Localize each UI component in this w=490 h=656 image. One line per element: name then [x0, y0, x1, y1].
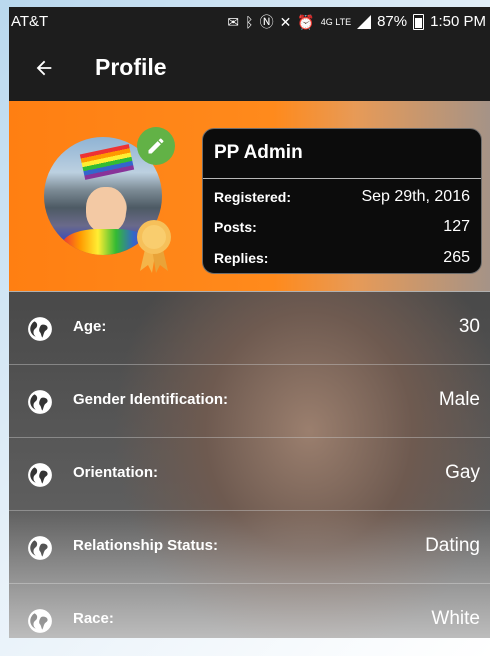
stat-row-posts: Posts: 127	[214, 216, 470, 238]
detail-row-race[interactable]: Race: White	[9, 584, 490, 638]
profile-info-card: PP Admin Registered: Sep 29th, 2016 Post…	[202, 128, 482, 274]
detail-value: Dating	[425, 535, 480, 556]
detail-label: Age:	[73, 318, 107, 335]
detail-value: Gay	[445, 462, 480, 483]
stat-label: Registered:	[214, 189, 292, 205]
edit-avatar-button[interactable]	[137, 127, 175, 165]
detail-row-relationship[interactable]: Relationship Status: Dating	[9, 511, 490, 584]
nfc-icon: Ⓝ	[259, 14, 274, 30]
username: PP Admin	[214, 142, 303, 163]
stat-row-registered: Registered: Sep 29th, 2016	[214, 186, 470, 208]
clock: 1:50 PM	[430, 13, 486, 30]
detail-row-gender[interactable]: Gender Identification: Male	[9, 365, 490, 438]
avatar-face	[86, 187, 126, 233]
pencil-icon	[148, 138, 164, 154]
app-bar: Profile	[9, 37, 490, 101]
detail-value: 30	[458, 316, 480, 337]
stat-value: Sep 29th, 2016	[361, 188, 470, 205]
detail-value: Male	[438, 389, 480, 410]
stat-value: 127	[443, 218, 470, 235]
avatar-flag	[79, 144, 135, 180]
detail-label: Race:	[73, 610, 114, 627]
detail-label: Orientation:	[73, 464, 158, 481]
globe-icon	[28, 317, 52, 341]
card-divider	[203, 178, 481, 179]
award-ribbon-icon	[137, 220, 171, 273]
stat-row-replies: Replies: 265	[214, 247, 470, 269]
profile-content[interactable]: PP Admin Registered: Sep 29th, 2016 Post…	[9, 101, 490, 638]
signal-icon	[357, 15, 372, 29]
profile-header: PP Admin Registered: Sep 29th, 2016 Post…	[9, 101, 490, 292]
stat-value: 265	[443, 249, 470, 266]
globe-icon	[28, 609, 52, 633]
status-icons: ✉ ᛒ Ⓝ ✕ ⏰ 4G LTE 87% 1:50 PM	[227, 7, 486, 37]
back-button[interactable]	[27, 51, 61, 85]
globe-icon	[28, 390, 52, 414]
lte-icon: 4G LTE	[320, 17, 352, 27]
message-icon: ✉	[227, 14, 240, 30]
status-bar: AT&T ✉ ᛒ Ⓝ ✕ ⏰ 4G LTE 87% 1:50 PM	[9, 7, 490, 37]
arrow-left-icon	[36, 60, 52, 76]
mute-icon: ✕	[279, 14, 292, 30]
battery-percent: 87%	[377, 13, 408, 30]
stat-label: Replies:	[214, 250, 269, 266]
detail-label: Relationship Status:	[73, 537, 219, 554]
battery-icon	[413, 14, 425, 30]
globe-icon	[28, 536, 52, 560]
globe-icon	[28, 463, 52, 487]
stat-label: Posts:	[214, 219, 257, 235]
detail-row-orientation[interactable]: Orientation: Gay	[9, 438, 490, 511]
detail-label: Gender Identification:	[73, 391, 229, 408]
carrier-label: AT&T	[11, 13, 49, 30]
detail-row-age[interactable]: Age: 30	[9, 292, 490, 365]
detail-value: White	[431, 608, 480, 629]
page-title: Profile	[95, 54, 167, 80]
phone-screen: AT&T ✉ ᛒ Ⓝ ✕ ⏰ 4G LTE 87% 1:50 PM Profil…	[9, 7, 490, 638]
profile-details-list: Age: 30 Gender Identification: Male Orie…	[9, 292, 490, 638]
bluetooth-icon: ᛒ	[245, 14, 254, 30]
alarm-icon: ⏰	[297, 14, 315, 30]
